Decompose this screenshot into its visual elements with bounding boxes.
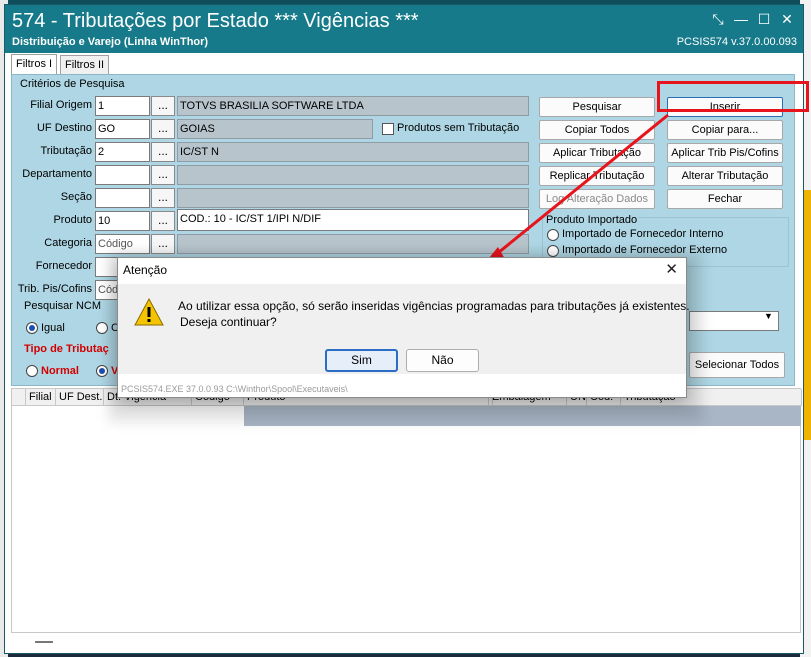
confirm-dialog: Atenção ✕ Ao utilizar essa opção, só ser…	[117, 257, 690, 398]
dialog-yes-button[interactable]: Sim	[325, 349, 398, 372]
dialog-title: Atenção	[123, 263, 168, 277]
warning-icon	[134, 298, 164, 326]
dialog-message-line2: Deseja continuar?	[180, 315, 277, 329]
dialog-message-line1: Ao utilizar essa opção, só serão inserid…	[178, 299, 690, 313]
dialog-close-icon[interactable]: ✕	[665, 260, 678, 278]
dialog-body: Ao utilizar essa opção, só serão inserid…	[118, 284, 690, 374]
dialog-status: PCSIS574.EXE 37.0.0.93 C:\Winthor\Spool\…	[121, 384, 348, 394]
dialog-no-button[interactable]: Não	[406, 349, 479, 372]
